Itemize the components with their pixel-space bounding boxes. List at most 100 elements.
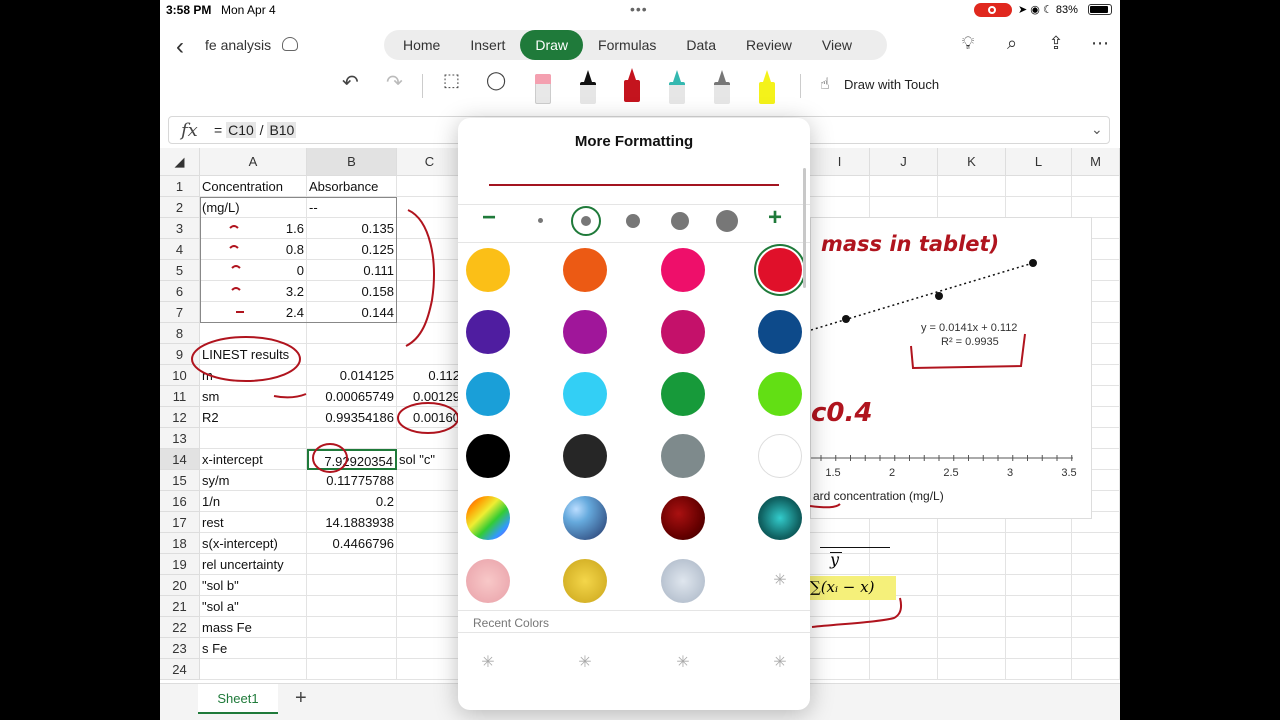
cell-l22[interactable] xyxy=(1006,617,1072,638)
row-header-19[interactable]: 19 xyxy=(160,554,200,575)
cell-m23[interactable] xyxy=(1072,638,1120,659)
cell-c12[interactable]: 0.00160 xyxy=(397,407,463,428)
more-icon[interactable]: ⋯ xyxy=(1090,33,1110,54)
cell-k18[interactable] xyxy=(938,533,1006,554)
cell-a16[interactable]: 1/n xyxy=(200,491,307,512)
cell-a18[interactable]: s(x-intercept) xyxy=(200,533,307,554)
cell-l18[interactable] xyxy=(1006,533,1072,554)
color-swatch-8[interactable] xyxy=(466,372,510,416)
cell-i23[interactable] xyxy=(810,638,870,659)
row-header-20[interactable]: 20 xyxy=(160,575,200,596)
column-header-a[interactable]: A xyxy=(200,148,307,176)
cell-c13[interactable] xyxy=(397,428,463,449)
cell-a2[interactable]: (mg/L) xyxy=(200,197,307,218)
cell-l19[interactable] xyxy=(1006,554,1072,575)
cell-i2[interactable] xyxy=(810,197,870,218)
cell-a19[interactable]: rel uncertainty xyxy=(200,554,307,575)
row-header-16[interactable]: 16 xyxy=(160,491,200,512)
thickness-option-2[interactable] xyxy=(581,216,591,226)
cell-k2[interactable] xyxy=(938,197,1006,218)
scatter-chart[interactable]: 1.5 2 2.5 3 3.5 ard concentration (mg/L) y = 0… xyxy=(810,217,1092,519)
row-header-7[interactable]: 7 xyxy=(160,302,200,323)
row-header-22[interactable]: 22 xyxy=(160,617,200,638)
cell-b5[interactable]: 0.111 xyxy=(307,260,397,281)
cell-c1[interactable] xyxy=(397,176,463,197)
cell-i24[interactable] xyxy=(810,659,870,680)
cell-j2[interactable] xyxy=(870,197,938,218)
pen-black-icon[interactable] xyxy=(578,70,598,106)
column-header-k[interactable]: K xyxy=(938,148,1006,176)
cell-c23[interactable] xyxy=(397,638,463,659)
row-header-1[interactable]: 1 xyxy=(160,176,200,197)
cell-a9[interactable]: LINEST results xyxy=(200,344,307,365)
cell-a3[interactable]: 1.6 xyxy=(200,218,307,239)
draw-touch-icon[interactable]: ☝ xyxy=(820,74,830,106)
cell-k23[interactable] xyxy=(938,638,1006,659)
cell-a1[interactable]: Concentration xyxy=(200,176,307,197)
multitask-dots-icon[interactable]: ••• xyxy=(630,1,648,17)
row-header-10[interactable]: 10 xyxy=(160,365,200,386)
cell-b14[interactable]: 7.92920354 xyxy=(307,449,397,470)
tab-insert[interactable]: Insert xyxy=(455,30,520,60)
column-header-b[interactable]: B xyxy=(307,148,397,176)
color-swatch-0[interactable] xyxy=(466,248,510,292)
thickness-option-5[interactable] xyxy=(716,210,738,232)
swatch-rainbow-texture[interactable] xyxy=(466,496,510,540)
color-swatch-14[interactable] xyxy=(661,434,705,478)
redo-icon[interactable]: ↷ xyxy=(386,70,403,102)
cell-b9[interactable] xyxy=(307,344,397,365)
search-icon[interactable]: ⌕ xyxy=(1002,33,1022,54)
cell-b24[interactable] xyxy=(307,659,397,680)
column-header-c[interactable]: C xyxy=(397,148,463,176)
cell-c9[interactable] xyxy=(397,344,463,365)
cell-b7[interactable]: 0.144 xyxy=(307,302,397,323)
cell-c16[interactable] xyxy=(397,491,463,512)
cell-a22[interactable]: mass Fe xyxy=(200,617,307,638)
cell-c15[interactable] xyxy=(397,470,463,491)
row-header-5[interactable]: 5 xyxy=(160,260,200,281)
cell-m2[interactable] xyxy=(1072,197,1120,218)
swatch-gold-texture[interactable] xyxy=(563,559,607,603)
cell-a12[interactable]: R2 xyxy=(200,407,307,428)
increase-thickness-button[interactable]: + xyxy=(768,204,782,232)
row-header-12[interactable]: 12 xyxy=(160,407,200,428)
pen-teal-icon[interactable] xyxy=(667,70,687,106)
chevron-down-icon[interactable]: ⌄ xyxy=(1091,121,1103,138)
row-header-2[interactable]: 2 xyxy=(160,197,200,218)
cell-j1[interactable] xyxy=(870,176,938,197)
cell-k20[interactable] xyxy=(938,575,1006,596)
thickness-option-1[interactable] xyxy=(538,218,543,223)
decrease-thickness-button[interactable]: − xyxy=(482,204,496,232)
cell-c18[interactable] xyxy=(397,533,463,554)
cell-c4[interactable] xyxy=(397,239,463,260)
cell-k19[interactable] xyxy=(938,554,1006,575)
color-swatch-7[interactable] xyxy=(758,310,802,354)
cell-m24[interactable] xyxy=(1072,659,1120,680)
swatch-silver-texture[interactable] xyxy=(661,559,705,603)
cell-c14[interactable]: sol "c" xyxy=(397,449,463,470)
cell-k1[interactable] xyxy=(938,176,1006,197)
swatch-ocean-texture[interactable] xyxy=(758,496,802,540)
cell-a6[interactable]: 3.2 xyxy=(200,281,307,302)
cell-a8[interactable] xyxy=(200,323,307,344)
sheet-tab-sheet1[interactable]: Sheet1 xyxy=(198,684,278,714)
cloud-sync-icon[interactable] xyxy=(282,37,298,51)
row-header-4[interactable]: 4 xyxy=(160,239,200,260)
cell-a7[interactable]: 2.4 xyxy=(200,302,307,323)
cell-b3[interactable]: 0.135 xyxy=(307,218,397,239)
cell-b2[interactable]: -- xyxy=(307,197,397,218)
swatch-rose-gold-texture[interactable] xyxy=(466,559,510,603)
cell-a20[interactable]: "sol b" xyxy=(200,575,307,596)
eraser-icon[interactable] xyxy=(533,70,553,106)
draw-with-touch-label[interactable]: Draw with Touch xyxy=(844,77,939,92)
color-swatch-1[interactable] xyxy=(563,248,607,292)
highlighter-yellow-icon[interactable] xyxy=(757,70,777,106)
cell-a17[interactable]: rest xyxy=(200,512,307,533)
color-swatch-9[interactable] xyxy=(563,372,607,416)
cell-k24[interactable] xyxy=(938,659,1006,680)
row-header-23[interactable]: 23 xyxy=(160,638,200,659)
cell-b22[interactable] xyxy=(307,617,397,638)
cell-a23[interactable]: s Fe xyxy=(200,638,307,659)
cell-c20[interactable] xyxy=(397,575,463,596)
cell-m18[interactable] xyxy=(1072,533,1120,554)
